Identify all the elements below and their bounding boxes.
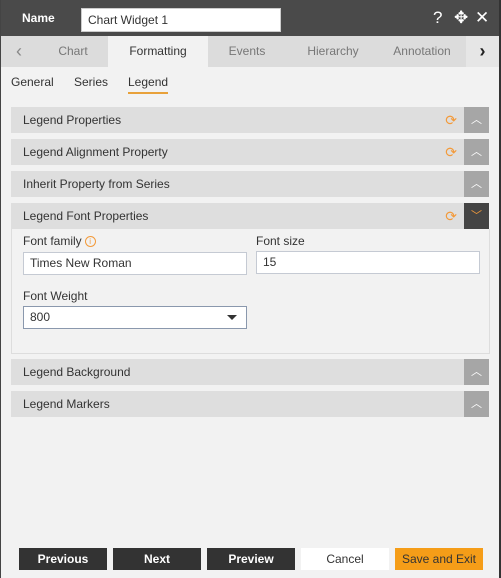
font-weight-value: 800	[30, 310, 51, 324]
section-legend-markers[interactable]: Legend Markers ︿	[11, 391, 489, 417]
chevron-right-icon[interactable]: ›	[466, 36, 499, 67]
chevron-up-icon[interactable]: ︿	[464, 139, 489, 165]
tab-events[interactable]: Events	[208, 36, 286, 67]
refresh-icon[interactable]: ⟳	[445, 208, 457, 225]
font-family-label: Font family i	[23, 234, 96, 248]
font-family-input[interactable]: Times New Roman	[23, 252, 247, 275]
font-size-input[interactable]: 15	[256, 251, 480, 274]
save-and-exit-button[interactable]: Save and Exit	[395, 548, 483, 570]
section-title: Legend Markers	[23, 397, 110, 411]
subtab-general[interactable]: General	[11, 75, 54, 89]
tab-formatting[interactable]: Formatting	[108, 36, 208, 67]
chevron-down-icon[interactable]: ﹀	[464, 203, 489, 229]
chevron-up-icon[interactable]: ︿	[464, 107, 489, 133]
move-icon[interactable]: ✥	[454, 9, 468, 27]
chevron-up-icon[interactable]: ︿	[464, 391, 489, 417]
font-family-label-text: Font family	[23, 234, 82, 248]
caret-down-icon	[227, 315, 237, 320]
name-label: Name	[22, 11, 55, 25]
section-title: Legend Properties	[23, 113, 122, 127]
subtab-legend[interactable]: Legend	[128, 75, 169, 94]
section-title: Legend Alignment Property	[23, 145, 168, 159]
section-title: Inherit Property from Series	[23, 177, 170, 191]
header-bar: Name ? ✥ ✕	[0, 0, 501, 36]
chevron-left-icon[interactable]: ‹	[4, 36, 34, 67]
close-icon[interactable]: ✕	[475, 9, 489, 27]
info-icon[interactable]: i	[84, 236, 96, 248]
refresh-icon[interactable]: ⟳	[445, 144, 457, 161]
legend-font-panel: Font family i Times New Roman Font size 1…	[11, 229, 490, 354]
chevron-up-icon[interactable]: ︿	[464, 359, 489, 385]
section-inherit-property[interactable]: Inherit Property from Series ︿	[11, 171, 489, 197]
tab-bar: ‹ Chart Formatting Events Hierarchy Anno…	[0, 36, 499, 67]
tab-hierarchy[interactable]: Hierarchy	[286, 36, 380, 67]
font-size-label: Font size	[256, 234, 305, 248]
section-legend-properties[interactable]: Legend Properties ⟳ ︿	[11, 107, 489, 133]
tab-annotation[interactable]: Annotation	[380, 36, 464, 67]
refresh-icon[interactable]: ⟳	[445, 112, 457, 129]
widget-name-input[interactable]	[81, 8, 281, 32]
cancel-button[interactable]: Cancel	[301, 548, 389, 570]
preview-button[interactable]: Preview	[207, 548, 295, 570]
help-icon[interactable]: ?	[433, 9, 442, 27]
section-legend-font[interactable]: Legend Font Properties ⟳ ﹀	[11, 203, 489, 229]
next-button[interactable]: Next	[113, 548, 201, 570]
tab-chart[interactable]: Chart	[38, 36, 108, 67]
subtab-series[interactable]: Series	[74, 75, 108, 89]
previous-button[interactable]: Previous	[19, 548, 107, 570]
section-legend-alignment[interactable]: Legend Alignment Property ⟳ ︿	[11, 139, 489, 165]
section-title: Legend Font Properties	[23, 209, 149, 223]
chevron-up-icon[interactable]: ︿	[464, 171, 489, 197]
font-weight-label: Font Weight	[23, 289, 88, 303]
font-weight-select[interactable]: 800	[23, 306, 247, 329]
section-title: Legend Background	[23, 365, 131, 379]
section-legend-background[interactable]: Legend Background ︿	[11, 359, 489, 385]
